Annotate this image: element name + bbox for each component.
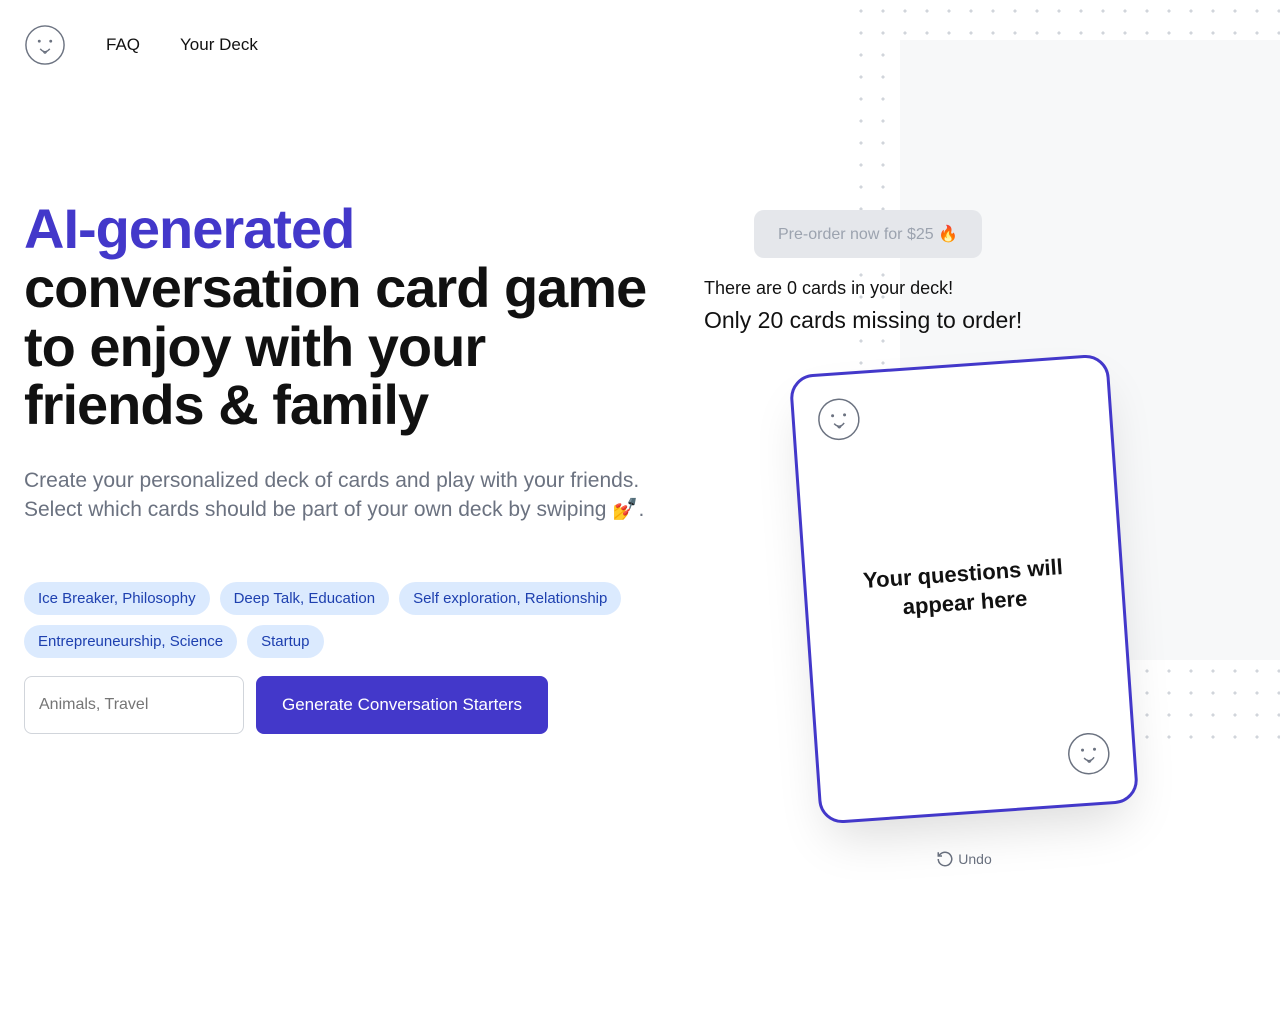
card-preview[interactable]: Your questions will appear here	[789, 353, 1140, 824]
chip-startup[interactable]: Startup	[247, 625, 323, 658]
undo-label: Undo	[958, 851, 991, 867]
undo-button[interactable]: Undo	[804, 850, 1124, 868]
card-face-icon-top	[815, 396, 862, 448]
deck-section: Pre-order now for $25 🔥 There are 0 card…	[704, 90, 1224, 868]
topic-input[interactable]	[24, 676, 244, 734]
chip-entrepreneurship-science[interactable]: Entrepreuneurship, Science	[24, 625, 237, 658]
chip-deep-talk-education[interactable]: Deep Talk, Education	[220, 582, 389, 615]
chip-self-exploration-relationship[interactable]: Self exploration, Relationship	[399, 582, 621, 615]
topic-chips: Ice Breaker, Philosophy Deep Talk, Educa…	[24, 582, 664, 658]
deck-missing: Only 20 cards missing to order!	[704, 307, 1224, 334]
hero-subtitle: Create your personalized deck of cards a…	[24, 467, 664, 524]
deck-status: There are 0 cards in your deck!	[704, 278, 1224, 299]
hero-title-rest: conversation card game to enjoy with you…	[24, 256, 646, 437]
hero-title: AI-generated conversation card game to e…	[24, 200, 664, 435]
hero-title-highlight: AI-generated	[24, 197, 354, 260]
generate-button[interactable]: Generate Conversation Starters	[256, 676, 548, 734]
logo-face-icon[interactable]	[24, 24, 66, 66]
preorder-button[interactable]: Pre-order now for $25 🔥	[754, 210, 982, 258]
header: FAQ Your Deck	[0, 0, 1280, 90]
card-face-icon-bottom	[1065, 730, 1112, 782]
generate-form: Generate Conversation Starters	[24, 676, 664, 734]
card-placeholder-text: Your questions will appear here	[825, 551, 1102, 627]
nav-faq[interactable]: FAQ	[106, 35, 140, 55]
chip-ice-breaker-philosophy[interactable]: Ice Breaker, Philosophy	[24, 582, 210, 615]
hero-section: AI-generated conversation card game to e…	[24, 90, 664, 868]
undo-icon	[936, 850, 954, 868]
nav: FAQ Your Deck	[106, 35, 258, 55]
nav-your-deck[interactable]: Your Deck	[180, 35, 258, 55]
